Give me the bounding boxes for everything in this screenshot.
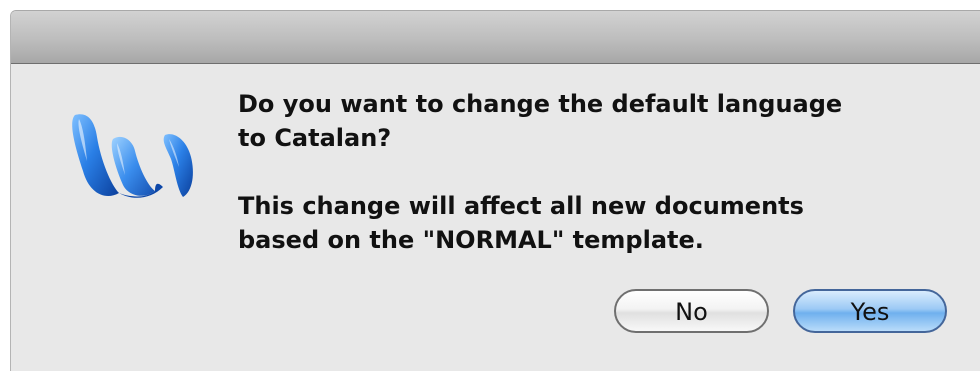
- alert-dialog: Do you want to change the default langua…: [10, 10, 980, 371]
- dialog-message: Do you want to change the default langua…: [238, 87, 958, 257]
- detail-text: This change will affect all new document…: [238, 189, 958, 257]
- message-text: Do you want to change the default langua…: [238, 87, 958, 155]
- title-bar[interactable]: [11, 11, 980, 64]
- yes-button[interactable]: Yes: [793, 289, 947, 333]
- no-button[interactable]: No: [614, 289, 769, 333]
- message-line-1: Do you want to change the default langua…: [238, 90, 843, 118]
- microsoft-word-icon: [67, 101, 217, 211]
- message-line-2: to Catalan?: [238, 124, 392, 152]
- detail-line-2: based on the "NORMAL" template.: [238, 226, 704, 254]
- detail-line-1: This change will affect all new document…: [238, 192, 804, 220]
